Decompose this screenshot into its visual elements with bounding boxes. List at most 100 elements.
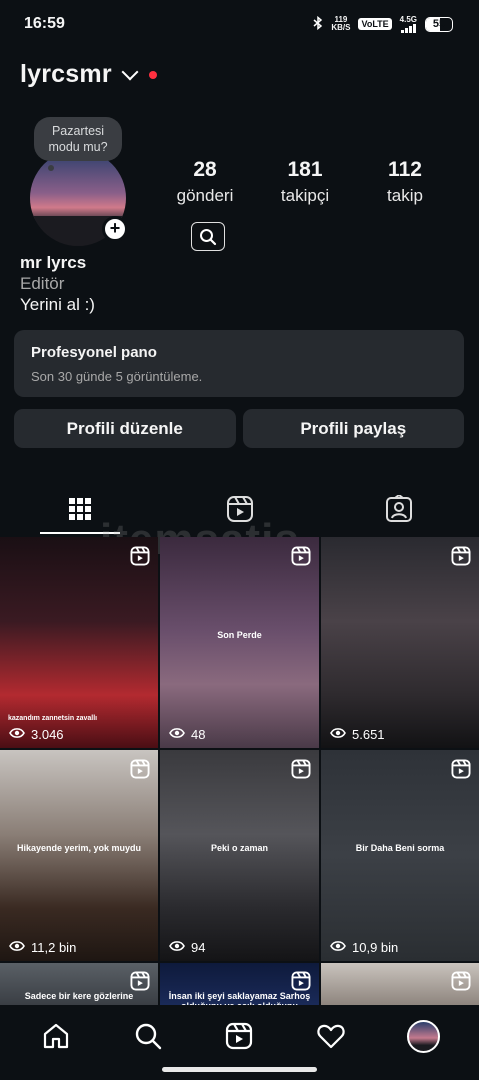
profile-category: Editör — [20, 274, 65, 293]
view-count: 48 — [169, 727, 205, 742]
post-caption: kazandım zannetsin zavallı — [8, 715, 98, 722]
profile-name: mr lyrcs — [20, 253, 87, 272]
stat-label: gönderi — [176, 186, 234, 205]
home-indicator[interactable] — [162, 1067, 317, 1072]
eye-icon — [169, 940, 185, 955]
network-speed: 119 KB/S — [331, 15, 351, 32]
edit-profile-button[interactable]: Profili düzenle — [14, 409, 236, 448]
stat-followers[interactable]: 181 takipçi — [265, 158, 345, 206]
stat-value: 112 — [388, 158, 422, 181]
nav-reels[interactable] — [215, 1012, 263, 1060]
post-caption: Peki o zaman — [210, 842, 269, 853]
stat-value: 181 — [287, 158, 323, 181]
heart-icon — [317, 1024, 345, 1049]
grid-post[interactable]: 5.651 — [321, 537, 479, 748]
tab-tagged[interactable] — [319, 484, 479, 534]
status-indicators: 119 KB/S VoLTE 4.5G 55 — [313, 15, 453, 33]
grid-post[interactable]: İnsan iki şeyi saklayamaz Sarhoş olduğun… — [160, 963, 319, 1005]
status-bar: 16:59 119 KB/S VoLTE 4.5G 55 — [0, 0, 479, 50]
view-count: 11,2 bin — [9, 940, 76, 955]
reel-icon — [451, 546, 471, 566]
network-type: 4.5G — [400, 15, 417, 33]
post-caption: Hikayende yerim, yok muydu — [16, 842, 142, 853]
profile-avatar-wrap[interactable]: + — [30, 150, 128, 246]
post-caption: Sadece bir kere gözlerine — [24, 991, 134, 1001]
grid-icon — [68, 498, 91, 520]
tab-reels[interactable] — [160, 484, 320, 534]
bio-text: Yerini al :) — [20, 295, 95, 314]
tagged-icon — [386, 495, 413, 522]
eye-icon — [330, 727, 346, 742]
profile-header: lyrcsmr — [20, 60, 157, 89]
view-count: 10,9 bin — [330, 940, 398, 955]
notification-dot — [148, 70, 157, 79]
view-count-text: 94 — [191, 940, 206, 955]
reel-icon — [130, 546, 150, 566]
search-button[interactable] — [191, 222, 225, 251]
reel-icon — [130, 759, 150, 779]
note-tail — [48, 165, 54, 171]
add-story-icon[interactable]: + — [102, 216, 128, 242]
signal-icon — [400, 24, 416, 33]
reel-icon — [451, 759, 471, 779]
grid-post[interactable]: Sadece bir kere gözlerine — [0, 963, 158, 1005]
grid-post[interactable]: Peki o zaman 94 — [160, 750, 319, 961]
stat-posts[interactable]: 28 gönderi — [165, 158, 245, 206]
stat-following[interactable]: 112 takip — [365, 158, 445, 206]
bio: mr lyrcs Editör Yerini al :) — [20, 252, 95, 315]
nav-activity[interactable] — [307, 1012, 355, 1060]
view-count: 94 — [169, 940, 205, 955]
username[interactable]: lyrcsmr — [20, 60, 112, 89]
stat-value: 28 — [193, 158, 217, 181]
grid-post[interactable]: Bir Daha Beni sorma 10,9 bin — [321, 750, 479, 961]
eye-icon — [330, 940, 346, 955]
profile-tabs — [0, 484, 479, 534]
battery-icon: 55 — [425, 16, 453, 32]
nav-profile[interactable] — [399, 1012, 447, 1060]
stat-label: takipçi — [280, 186, 330, 205]
reel-icon — [451, 971, 471, 991]
eye-icon — [9, 940, 25, 955]
eye-icon — [169, 727, 185, 742]
view-count: 3.046 — [9, 727, 64, 742]
grid-post[interactable]: Son Perde 48 — [160, 537, 319, 748]
home-icon — [43, 1023, 68, 1049]
reel-icon — [291, 759, 311, 779]
reels-icon — [226, 496, 253, 522]
chevron-down-icon[interactable] — [121, 63, 139, 81]
grid-post[interactable]: kazandım zannetsin zavallı 3.046 — [0, 537, 158, 748]
reel-icon — [130, 971, 150, 991]
dashboard-title: Profesyonel pano — [31, 344, 157, 361]
view-count: 5.651 — [330, 727, 385, 742]
grid-post[interactable] — [321, 963, 479, 1005]
profile-stats: 28 gönderi 181 takipçi 112 takip — [165, 158, 445, 206]
post-caption: İnsan iki şeyi saklayamaz Sarhoş olduğun… — [168, 991, 311, 1005]
search-icon — [135, 1023, 161, 1050]
share-profile-button[interactable]: Profili paylaş — [242, 409, 464, 448]
bluetooth-icon — [313, 15, 323, 33]
stat-label: takip — [387, 186, 423, 205]
view-count-text: 48 — [191, 727, 206, 742]
tab-posts-grid[interactable] — [0, 484, 160, 534]
reel-icon — [291, 546, 311, 566]
dashboard-subtitle: Son 30 günde 5 görüntüleme. — [31, 369, 203, 384]
post-caption: Bir Daha Beni sorma — [355, 842, 445, 853]
note-bubble[interactable]: Pazartesi modu mu? — [34, 117, 122, 161]
posts-grid: kazandım zannetsin zavallı 3.046 Son Perde… — [0, 537, 479, 1005]
avatar — [406, 1019, 440, 1053]
nav-home[interactable] — [32, 1012, 80, 1060]
view-count-text: 10,9 bin — [352, 940, 399, 955]
nav-search[interactable] — [124, 1012, 172, 1060]
volte-badge: VoLTE — [358, 18, 392, 30]
eye-icon — [9, 727, 25, 742]
view-count-text: 5.651 — [352, 727, 385, 742]
reels-icon — [226, 1022, 253, 1050]
grid-post[interactable]: Hikayende yerim, yok muydu 11,2 bin — [0, 750, 158, 961]
bottom-nav — [0, 1006, 479, 1066]
profile-actions: Profili düzenle Profili paylaş — [14, 409, 464, 448]
post-caption: Son Perde — [217, 629, 262, 640]
search-icon — [200, 228, 217, 245]
view-count-text: 11,2 bin — [31, 940, 77, 955]
reel-icon — [291, 971, 311, 991]
professional-dashboard[interactable]: Profesyonel pano Son 30 günde 5 görüntül… — [14, 330, 464, 397]
